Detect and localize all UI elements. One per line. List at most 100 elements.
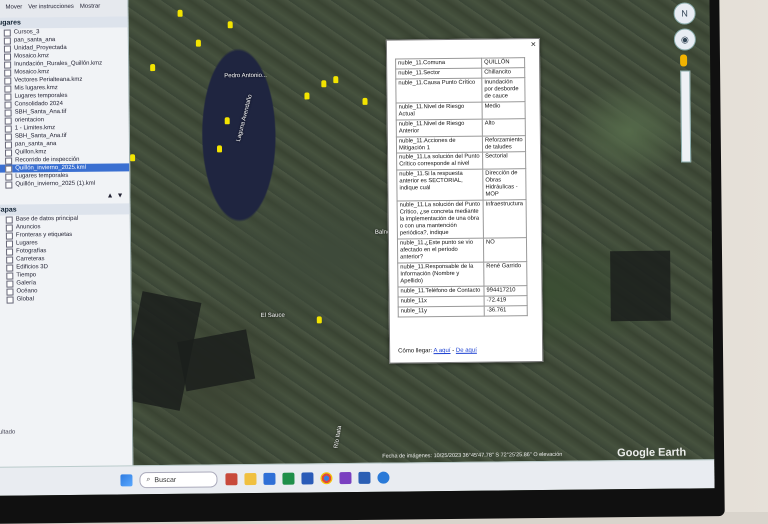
checkbox[interactable]	[4, 125, 12, 133]
places-tree-label: SBH_Santa_Ana.tif	[14, 132, 67, 140]
sidebar: Mover Ver instrucciones Mostrar Lugares …	[0, 0, 134, 468]
checkbox[interactable]	[4, 93, 12, 101]
placemark-pin[interactable]	[130, 154, 136, 162]
checkbox[interactable]	[4, 133, 12, 141]
attribute-value: Inundación por desborde de cauce	[481, 77, 526, 102]
directions-separator: -	[452, 347, 455, 354]
excel-icon[interactable]	[282, 472, 295, 485]
checkbox[interactable]	[5, 173, 13, 181]
close-icon[interactable]: ×	[531, 39, 536, 49]
attribute-value: -36.761	[484, 305, 528, 316]
file-explorer-icon[interactable]	[244, 473, 257, 486]
word-icon[interactable]	[358, 471, 371, 484]
checkbox[interactable]	[3, 37, 11, 45]
attribute-key: nuble_11.Acciones de Mitigación 1	[396, 135, 483, 154]
checkbox[interactable]	[4, 109, 12, 117]
sidebar-link[interactable]: Mostrar	[80, 4, 100, 10]
checkbox[interactable]	[3, 29, 11, 37]
attribute-value: Chillancito	[481, 67, 525, 79]
checkbox[interactable]	[4, 117, 12, 125]
checkbox[interactable]	[6, 288, 14, 296]
app-icon[interactable]	[263, 472, 276, 485]
attribute-key: nuble_11y	[398, 305, 485, 317]
attribute-value: 994417210	[483, 285, 528, 296]
checkbox[interactable]	[4, 69, 12, 77]
placemark-pin[interactable]	[195, 39, 201, 47]
attribute-value: QUILLÓN	[481, 57, 525, 69]
placemark-pin[interactable]	[321, 80, 327, 88]
checkbox[interactable]	[5, 165, 13, 173]
checkbox[interactable]	[6, 280, 14, 288]
checkbox[interactable]	[3, 53, 12, 61]
places-tree-label: Quillon.kmz	[15, 149, 47, 156]
directions-from-link[interactable]: De aquí	[456, 348, 477, 354]
checkbox[interactable]	[5, 232, 13, 240]
placemark-pin[interactable]	[333, 76, 339, 84]
places-tree-label: pan_santa_ana	[14, 141, 57, 148]
places-tree-label: Inundación_Rurales_Quillón.kmz	[14, 60, 103, 68]
sidebar-link[interactable]: Mover	[5, 4, 22, 10]
sidebar-link[interactable]: Ver instrucciones	[28, 4, 74, 10]
checkbox[interactable]	[4, 61, 12, 69]
checkbox[interactable]	[4, 77, 12, 85]
app-icon[interactable]	[301, 472, 314, 485]
attribute-row: nuble_11.Causa Punto Crítico Inundación p…	[395, 77, 526, 103]
sidebar-toolbar: Mover Ver instrucciones Mostrar	[0, 0, 128, 18]
taskbar-search-input[interactable]: ⌕ Buscar	[139, 471, 218, 489]
map-label: El Sauce	[260, 312, 285, 319]
places-tree-label: Lugares temporales	[15, 172, 69, 180]
placemark-pin[interactable]	[316, 316, 322, 324]
street-view-pegman-icon[interactable]	[680, 54, 688, 67]
placemark-pin[interactable]	[304, 92, 310, 100]
checkbox[interactable]	[4, 141, 12, 149]
move-up-icon[interactable]: ▲	[107, 192, 114, 199]
places-tree-label: SBH_Santa_Ana.tif	[14, 108, 67, 116]
look-joystick-icon[interactable]: ◉	[673, 28, 697, 51]
places-tree-label: Cursos_3	[13, 29, 40, 36]
map-navigation-controls: N ◉	[673, 2, 698, 163]
checkbox[interactable]	[4, 101, 12, 109]
attribute-key: nuble_11.La solución del Punto Crítico c…	[396, 152, 483, 171]
google-earth-icon[interactable]	[377, 471, 390, 484]
task-view-icon[interactable]	[225, 473, 238, 486]
chrome-icon[interactable]	[320, 472, 333, 485]
layers-tree-label: Base de datos principal	[15, 215, 79, 223]
attribute-key: nuble_11.Causa Punto Crítico	[395, 78, 483, 103]
checkbox[interactable]	[5, 157, 13, 165]
placemark-pin[interactable]	[227, 21, 233, 29]
attribute-key: nuble_11.Si la respuesta anterior es SEC…	[396, 169, 484, 202]
app-icon[interactable]	[339, 472, 352, 485]
attribute-table: nuble_11.Comuna QUILLÓN nuble_11.Sector Chi…	[395, 57, 528, 317]
checkbox[interactable]	[4, 85, 12, 93]
checkbox[interactable]	[6, 248, 14, 256]
placemark-pin[interactable]	[224, 117, 230, 125]
checkbox[interactable]	[6, 272, 14, 280]
placemark-pin[interactable]	[362, 97, 368, 105]
checkbox[interactable]	[6, 296, 14, 304]
attribute-value: Medio	[482, 101, 526, 119]
checkbox[interactable]	[3, 45, 11, 53]
zoom-slider[interactable]	[680, 70, 692, 163]
attribute-key: nuble_11.Nivel de Riesgo Anterior	[396, 118, 483, 137]
checkbox[interactable]	[6, 264, 14, 272]
checkbox[interactable]	[5, 224, 13, 232]
places-tree-label: Mosaico.kmz	[13, 53, 50, 60]
checkbox[interactable]	[5, 216, 13, 224]
attribute-value: Infraestructura	[483, 199, 527, 239]
checkbox[interactable]	[5, 240, 14, 248]
checkbox[interactable]	[4, 149, 13, 157]
compass-icon[interactable]: N	[673, 2, 696, 25]
layers-tree-item[interactable]: Global	[0, 294, 131, 304]
attribute-key: nuble_11.La solución del Punto Crítico, …	[397, 200, 484, 239]
placemark-pin[interactable]	[177, 9, 183, 17]
places-tree-label: pan_santa_ana	[13, 37, 56, 44]
move-down-icon[interactable]: ▼	[117, 192, 124, 199]
checkbox[interactable]	[6, 256, 14, 264]
directions-to-link[interactable]: A aquí	[433, 348, 450, 354]
checkbox[interactable]	[5, 181, 13, 189]
placemark-pin[interactable]	[150, 64, 156, 72]
attribute-value: -72.419	[484, 295, 528, 306]
layers-tree-label: Océano	[16, 288, 38, 295]
windows-start-icon[interactable]	[120, 474, 133, 487]
placemark-pin[interactable]	[216, 145, 223, 153]
